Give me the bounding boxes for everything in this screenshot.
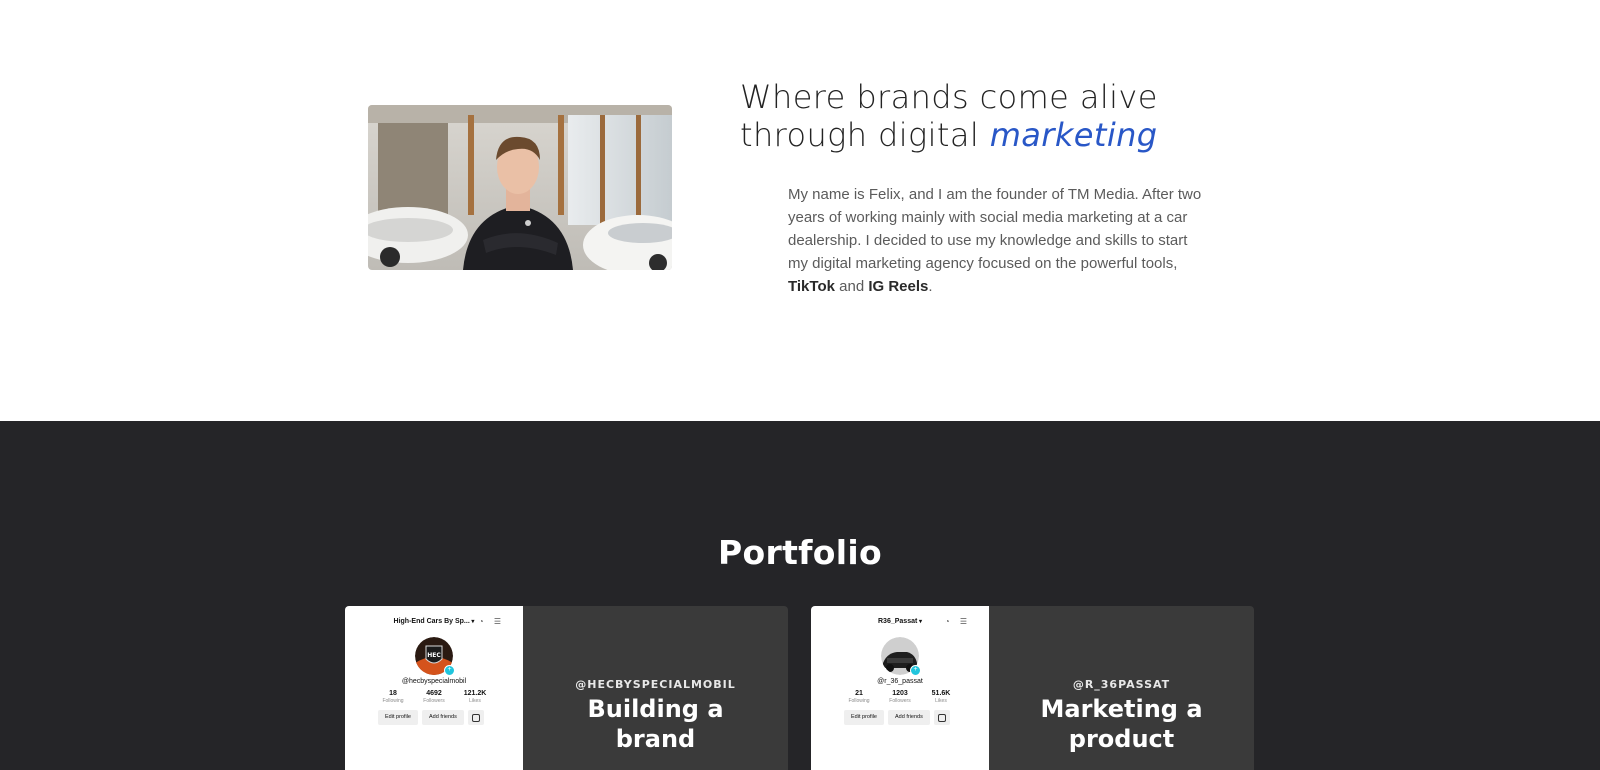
screenshot-buttons: Edit profile Add friends: [844, 710, 950, 725]
headline-accent: marketing: [989, 116, 1158, 154]
likes-count: 121.2K: [463, 690, 487, 697]
following-count: 21: [855, 690, 863, 697]
followers-label: Followers: [889, 698, 911, 704]
about-section: Where brands come alive through digital …: [0, 0, 1600, 421]
likes-label: Likes: [469, 698, 481, 704]
card-title: Building a brand: [587, 695, 724, 753]
portfolio-title: Portfolio: [718, 533, 882, 572]
following-label: Following: [382, 698, 404, 704]
bio-and: and: [834, 278, 869, 295]
instagram-icon: [933, 710, 950, 725]
card-text: @R_36PASSAT Marketing a product: [989, 606, 1254, 770]
headline-line-1: Where brands come alive: [740, 78, 1158, 116]
screenshot-menu-icon: ◔ ☰: [478, 617, 505, 626]
portfolio-card-passat[interactable]: R36_Passat ▾ ◔ ☰ + @r_36_passat 21 Follow…: [811, 606, 1254, 770]
card-handle: @HECBYSPECIALMOBIL: [575, 678, 736, 691]
followers-count: 1203: [892, 690, 908, 697]
screenshot-username: @hecbyspecialmobil: [401, 678, 467, 685]
about-headline: Where brands come alive through digital …: [740, 78, 1210, 154]
avatar-text: HEC: [427, 652, 441, 659]
bio-tool-reels: IG Reels: [868, 278, 929, 295]
screenshot-stats: 18 Following 4692 Followers 121.2K Likes: [373, 690, 495, 704]
bio-tool-tiktok: TikTok: [788, 278, 835, 295]
bio-end: .: [928, 278, 933, 295]
portfolio-section: Portfolio High-End Cars By Sp... ▾ ◔ ☰ H…: [0, 421, 1600, 770]
founder-bio: My name is Felix, and I am the founder o…: [788, 183, 1208, 298]
likes-count: 51.6K: [931, 690, 951, 697]
screenshot-buttons: Edit profile Add friends: [378, 710, 484, 725]
founder-photo: [368, 105, 672, 270]
screenshot-stats: 21 Following 1203 Followers 51.6K Likes: [839, 690, 961, 704]
followers-label: Followers: [423, 698, 445, 704]
card-text: @HECBYSPECIALMOBIL Building a brand: [523, 606, 788, 770]
plus-icon: +: [910, 665, 921, 676]
headline-line-2: through digital: [740, 116, 990, 154]
screenshot-username: @r_36_passat: [877, 678, 923, 685]
screenshot-menu-icon: ◔ ☰: [944, 617, 971, 626]
likes-label: Likes: [935, 698, 947, 704]
instagram-icon: [467, 710, 484, 725]
add-friends-button: Add friends: [422, 710, 464, 725]
followers-count: 4692: [426, 690, 442, 697]
card-title: Marketing a product: [1040, 695, 1203, 753]
bio-text: My name is Felix, and I am the founder o…: [788, 186, 1202, 272]
edit-profile-button: Edit profile: [378, 710, 418, 725]
following-count: 18: [389, 690, 397, 697]
following-label: Following: [848, 698, 870, 704]
portfolio-card-hec[interactable]: High-End Cars By Sp... ▾ ◔ ☰ HEC + @hecb…: [345, 606, 788, 770]
edit-profile-button: Edit profile: [844, 710, 884, 725]
profile-screenshot: High-End Cars By Sp... ▾ ◔ ☰ HEC + @hecb…: [345, 606, 523, 770]
card-handle: @R_36PASSAT: [1072, 678, 1171, 691]
profile-screenshot: R36_Passat ▾ ◔ ☰ + @r_36_passat 21 Follow…: [811, 606, 989, 770]
plus-icon: +: [444, 665, 455, 676]
add-friends-button: Add friends: [888, 710, 930, 725]
